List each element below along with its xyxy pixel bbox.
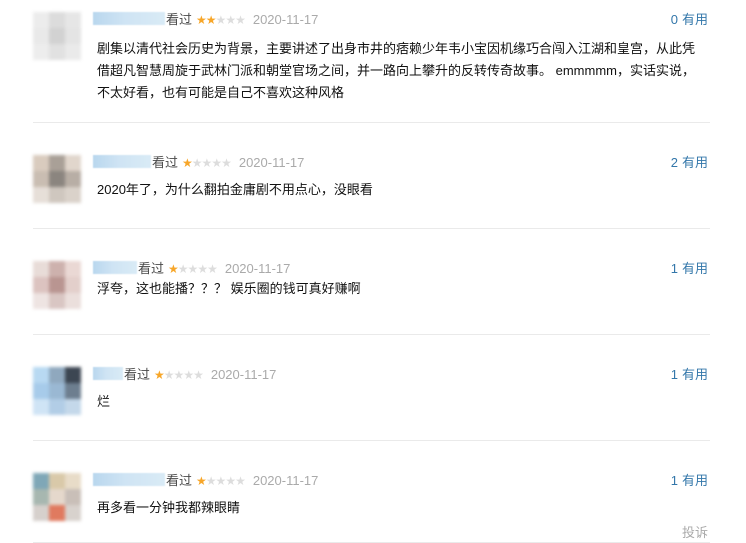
review-content: 烂 [97,394,111,409]
review-date: 2020-11-17 [224,261,291,276]
star-empty-icon: ★ [235,13,246,27]
review-date: 2020-11-17 [252,12,319,27]
watch-status: 看过 [152,155,179,170]
review-item: 看过 ★★★★★ 2020-11-17 1 有用烂 [33,367,710,441]
star-empty-icon: ★ [235,474,246,488]
useful-label: 有用 [681,367,708,382]
username-blurred[interactable] [93,473,165,486]
watch-status: 看过 [124,367,151,382]
username-blurred[interactable] [93,261,137,274]
review-content: 再多看一分钟我都辣眼睛 [97,500,241,515]
review-item: 看过 ★★★★★ 2020-11-17 0 有用 剧集以清代社会历史为背景，主要讲述了出身… [33,12,710,123]
star-filled-icon: ★ [196,13,207,27]
report-link[interactable]: 投诉 [682,522,708,541]
useful-count: 1 [670,473,678,488]
review-item: 看过 ★★★★★ 2020-11-17 1 有用 再多看一分钟我都辣眼睛 [33,473,710,543]
review-content: 2020年了，为什么翻拍金庸剧不用点心，没眼看 [97,182,373,197]
star-empty-icon: ★ [201,156,213,170]
star-empty-icon: ★ [207,262,218,276]
useful-label: 有用 [681,12,708,27]
review-header: 看过 ★★★★★ 2020-11-17 [93,367,276,383]
star-empty-icon: ★ [163,368,175,382]
username-blurred[interactable] [93,367,123,380]
rating-stars: ★★★★★ [196,473,246,489]
review-date: 2020-11-17 [238,155,305,170]
useful-count: 2 [670,155,678,170]
star-empty-icon: ★ [225,13,236,27]
star-empty-icon: ★ [173,368,185,382]
star-empty-icon: ★ [187,262,199,276]
rating-stars: ★★★★★ [154,367,204,383]
useful-count: 0 [670,12,678,27]
watch-status: 看过 [166,12,193,27]
avatar[interactable] [33,155,81,203]
star-empty-icon: ★ [183,368,194,382]
star-empty-icon: ★ [193,368,204,382]
star-empty-icon: ★ [221,156,232,170]
useful-button[interactable]: 1 有用 [671,473,708,489]
review-header: 看过 ★★★★★ 2020-11-17 [93,261,290,277]
star-filled-icon: ★ [168,262,179,276]
star-filled-icon: ★ [154,368,165,382]
review-date: 2020-11-17 [252,473,319,488]
rating-stars: ★★★★★ [168,261,218,277]
username-blurred[interactable] [93,155,151,168]
star-empty-icon: ★ [215,13,227,27]
rating-stars: ★★★★★ [196,12,246,28]
useful-count: 1 [670,261,678,276]
useful-button[interactable]: 1 有用 [671,261,708,277]
star-empty-icon: ★ [191,156,203,170]
review-header: 看过 ★★★★★ 2020-11-17 [93,12,318,28]
avatar[interactable] [33,367,81,415]
star-empty-icon: ★ [225,474,236,488]
avatar[interactable] [33,473,81,521]
star-filled-icon: ★ [182,156,193,170]
star-empty-icon: ★ [197,262,208,276]
star-filled-icon: ★ [205,13,217,27]
review-content: 剧集以清代社会历史为背景，主要讲述了出身市井的痞赖少年韦小宝因机缘巧合闯入江湖和… [97,41,696,100]
review-item: 看过 ★★★★★ 2020-11-17 1 有用 浮夸，这也能播？？？ 娱乐圈的钱可真好赚… [33,261,710,335]
useful-button[interactable]: 2 有用 [671,155,708,171]
useful-count: 1 [670,367,678,382]
rating-stars: ★★★★★ [182,155,232,171]
useful-label: 有用 [681,473,708,488]
useful-label: 有用 [681,261,708,276]
username-blurred[interactable] [93,12,165,25]
star-empty-icon: ★ [177,262,189,276]
star-empty-icon: ★ [215,474,227,488]
review-date: 2020-11-17 [210,367,277,382]
star-filled-icon: ★ [196,474,207,488]
useful-label: 有用 [681,155,708,170]
useful-button[interactable]: 0 有用 [671,12,708,28]
review-header: 看过 ★★★★★ 2020-11-17 [93,155,304,171]
avatar[interactable] [33,12,81,60]
star-empty-icon: ★ [205,474,217,488]
review-item: 看过 ★★★★★ 2020-11-17 2 有用 2020年了，为什么翻拍金庸剧不用点心，… [33,155,710,229]
useful-button[interactable]: 1 有用 [671,367,708,383]
watch-status: 看过 [166,473,193,488]
watch-status: 看过 [138,261,165,276]
review-content: 浮夸，这也能播？？？ 娱乐圈的钱可真好赚啊 [97,281,361,296]
star-empty-icon: ★ [211,156,222,170]
review-header: 看过 ★★★★★ 2020-11-17 [93,473,318,489]
avatar[interactable] [33,261,81,309]
